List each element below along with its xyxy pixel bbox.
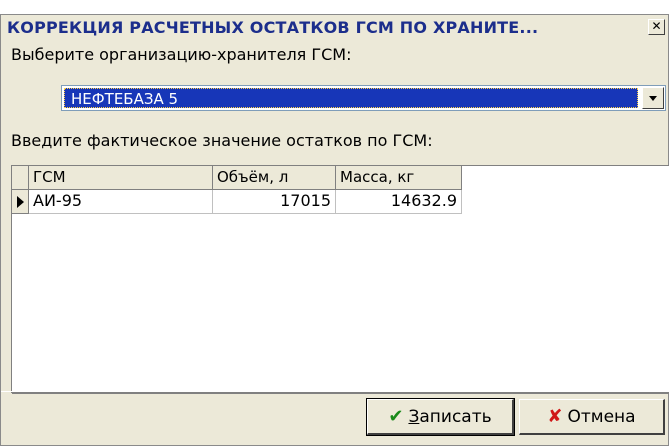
correction-dialog: КОРРЕКЦИЯ РАСЧЕТНЫХ ОСТАТКОВ ГСМ ПО ХРАН… [0,14,669,446]
storage-select[interactable]: НЕФТЕБАЗА 5 [61,85,666,111]
grid-bottom-border [12,392,669,394]
column-header-volume[interactable]: Объём, л [213,166,336,190]
current-row-arrow-icon [17,196,24,208]
dialog-title: КОРРЕКЦИЯ РАСЧЕТНЫХ ОСТАТКОВ ГСМ ПО ХРАН… [7,17,539,37]
cancel-button-label: Отмена [567,406,636,427]
header-indicator [12,166,29,190]
dropdown-arrow-icon[interactable] [642,87,664,109]
cell-mass[interactable]: 14632.9 [336,190,462,214]
save-button[interactable]: ✔ Записать [366,398,515,436]
grid-header: ГСМ Объём, л Масса, кг [12,166,462,190]
footer-separator [1,391,668,392]
save-button-label: Записать [408,406,492,427]
title-bar[interactable]: КОРРЕКЦИЯ РАСЧЕТНЫХ ОСТАТКОВ ГСМ ПО ХРАН… [1,15,668,39]
storage-label: Выберите организацию-хранителя ГСМ: [11,45,352,64]
cell-volume[interactable]: 17015 [213,190,336,214]
close-icon: ✕ [651,19,662,33]
close-button[interactable]: ✕ [648,19,665,35]
column-header-mass[interactable]: Масса, кг [336,166,462,190]
column-header-fuel[interactable]: ГСМ [29,166,213,190]
row-indicator [12,190,29,214]
cell-fuel[interactable]: АИ-95 [29,190,213,214]
check-icon: ✔ [388,406,404,427]
cross-icon: ✘ [547,406,563,427]
storage-selected-value: НЕФТЕБАЗА 5 [64,88,638,108]
table-row[interactable]: АИ-95 17015 14632.9 [12,190,462,214]
fuel-balance-grid[interactable]: ГСМ Объём, л Масса, кг АИ-95 17015 14632… [11,165,669,394]
grid-label: Введите фактическое значение остатков по… [11,131,433,150]
cancel-button[interactable]: ✘ Отмена [519,399,665,435]
